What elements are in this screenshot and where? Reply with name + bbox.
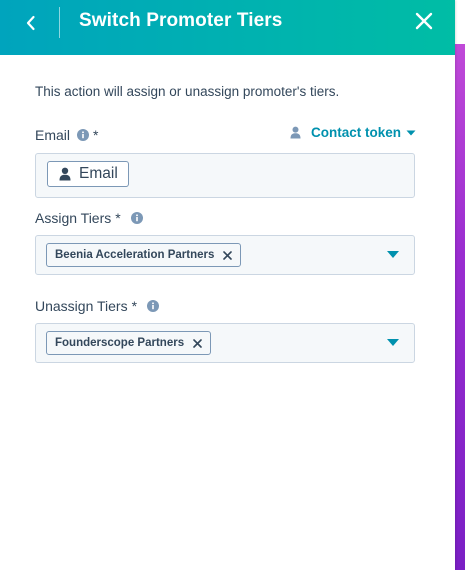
tier-tag-label: Founderscope Partners <box>55 337 185 349</box>
assign-tiers-select[interactable]: Beenia Acceleration Partners <box>35 235 415 275</box>
selected-tier-tag: Founderscope Partners <box>46 331 212 355</box>
switch-promoter-tiers-panel: Switch Promoter Tiers This action will a… <box>0 0 455 570</box>
caret-down-icon <box>406 130 416 135</box>
unassign-tiers-select[interactable]: Founderscope Partners <box>35 323 415 363</box>
required-mark: * <box>115 210 121 226</box>
panel-title: Switch Promoter Tiers <box>79 10 283 31</box>
dropdown-caret-icon[interactable] <box>387 339 399 346</box>
contact-token-dropdown[interactable]: Contact token <box>290 125 416 140</box>
email-label-row: Email * <box>35 127 98 143</box>
assign-tiers-label: Assign Tiers <box>35 210 112 226</box>
close-icon <box>223 250 233 260</box>
close-icon <box>415 12 433 30</box>
remove-tag-button[interactable] <box>223 250 233 260</box>
assign-tiers-label-row: Assign Tiers * <box>35 210 143 226</box>
chevron-left-icon <box>26 15 35 31</box>
dropdown-caret-icon[interactable] <box>387 251 399 258</box>
email-field[interactable]: Email <box>35 153 415 198</box>
remove-tag-button[interactable] <box>193 338 202 348</box>
close-icon <box>193 338 202 348</box>
required-mark: * <box>131 298 138 314</box>
back-button[interactable] <box>14 8 48 38</box>
background-page-edge <box>455 0 465 44</box>
person-icon <box>290 126 301 139</box>
unassign-tiers-label-row: Unassign Tiers * <box>35 298 160 314</box>
email-label: Email <box>35 127 71 143</box>
panel-header: Switch Promoter Tiers <box>0 0 455 55</box>
selected-tier-tag: Beenia Acceleration Partners <box>46 243 242 267</box>
person-icon <box>59 167 71 181</box>
action-description: This action will assign or unassign prom… <box>35 84 340 99</box>
info-icon[interactable] <box>77 129 90 141</box>
header-divider <box>59 7 60 38</box>
background-page-accent-strip <box>455 44 465 570</box>
required-mark: * <box>93 127 99 143</box>
email-token-pill[interactable]: Email <box>47 161 129 187</box>
info-icon[interactable] <box>130 212 143 224</box>
close-button[interactable] <box>409 7 439 35</box>
tier-tag-label: Beenia Acceleration Partners <box>55 249 215 261</box>
unassign-tiers-label: Unassign Tiers <box>35 298 128 314</box>
contact-token-label: Contact token <box>311 125 402 140</box>
info-icon[interactable] <box>147 300 160 312</box>
email-token-label: Email <box>79 165 118 182</box>
